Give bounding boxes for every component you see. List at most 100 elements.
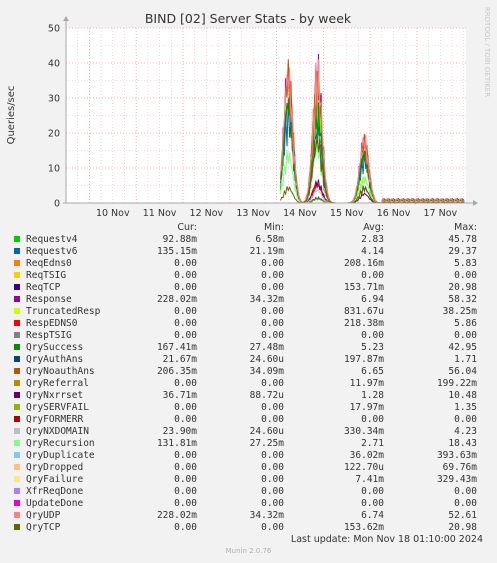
legend-avg-value: 2.71 xyxy=(361,438,384,449)
legend-max-value: 199.22m xyxy=(436,378,477,389)
legend-series-name: QryReferral xyxy=(26,378,89,389)
legend-avg-value: 153.71m xyxy=(343,282,384,293)
legend-cur-value: 135.15m xyxy=(156,246,197,257)
legend-cur-value: 0.00 xyxy=(174,270,197,281)
legend-row: QryTCP 0.00 0.00 153.62m 20.98 xyxy=(0,522,497,534)
legend-max-value: 52.61 xyxy=(448,510,477,521)
legend-row: QryNoauthAns 206.35m 34.09m 6.65 56.04 xyxy=(0,366,497,378)
legend-cur-value: 131.81m xyxy=(156,438,197,449)
legend-min-value: 6.58m xyxy=(255,234,284,245)
legend-series-name: ReqTSIG xyxy=(26,270,67,281)
legend-swatch xyxy=(14,512,20,518)
legend-avg-value: 17.97m xyxy=(349,402,384,413)
legend-min-value: 27.25m xyxy=(249,438,284,449)
legend-swatch xyxy=(14,248,20,254)
legend-min-value: 0.00 xyxy=(261,378,284,389)
legend-cur-value: 228.02m xyxy=(156,294,197,305)
legend-max-value: 4.23 xyxy=(454,426,477,437)
legend-swatch xyxy=(14,284,20,290)
legend-swatch xyxy=(14,452,20,458)
legend-avg-value: 153.62m xyxy=(343,522,384,533)
legend-avg-value: 1.28 xyxy=(361,390,384,401)
legend-swatch xyxy=(14,308,20,314)
legend-row: QrySERVFAIL 0.00 0.00 17.97m 1.35 xyxy=(0,402,497,414)
legend-row: QryNXDOMAIN 23.90m 24.60u 330.34m 4.23 xyxy=(0,426,497,438)
legend-row: QryDuplicate 0.00 0.00 36.02m 393.63m xyxy=(0,450,497,462)
legend-avg-value: 330.34m xyxy=(343,426,384,437)
legend-swatch xyxy=(14,356,20,362)
legend-min-value: 0.00 xyxy=(261,282,284,293)
legend-row: QryRecursion 131.81m 27.25m 2.71 18.43 xyxy=(0,438,497,450)
legend-header-avg: Avg: xyxy=(363,222,384,233)
legend-row: QryFORMERR 0.00 0.00 0.00 0.00 xyxy=(0,414,497,426)
legend-max-value: 58.32 xyxy=(448,294,477,305)
legend-max-value: 29.37 xyxy=(448,246,477,257)
legend-cur-value: 36.71m xyxy=(162,390,197,401)
legend-min-value: 24.60u xyxy=(249,354,284,365)
legend-header-max: Max: xyxy=(454,222,477,233)
legend-swatch xyxy=(14,488,20,494)
legend-avg-value: 7.41m xyxy=(355,474,384,485)
legend-series-name: QrySERVFAIL xyxy=(26,402,89,413)
legend-series-name: QrySuccess xyxy=(26,342,84,353)
legend-min-value: 0.00 xyxy=(261,330,284,341)
legend-cur-value: 206.35m xyxy=(156,366,197,377)
legend-cur-value: 0.00 xyxy=(174,450,197,461)
legend-cur-value: 0.00 xyxy=(174,318,197,329)
legend-min-value: 24.60u xyxy=(249,426,284,437)
legend-max-value: 0.00 xyxy=(454,486,477,497)
legend-max-value: 10.48 xyxy=(448,390,477,401)
legend-avg-value: 6.74 xyxy=(361,510,384,521)
legend-row: XfrReqDone 0.00 0.00 0.00 0.00 xyxy=(0,486,497,498)
legend-cur-value: 0.00 xyxy=(174,474,197,485)
legend-series-name: QryRecursion xyxy=(26,438,95,449)
legend-max-value: 329.43m xyxy=(436,474,477,485)
legend-swatch xyxy=(14,260,20,266)
legend-avg-value: 0.00 xyxy=(361,498,384,509)
legend-avg-value: 0.00 xyxy=(361,486,384,497)
legend-cur-value: 92.88m xyxy=(162,234,197,245)
legend-series-name: UpdateDone xyxy=(26,498,84,509)
legend-avg-value: 11.97m xyxy=(349,378,384,389)
legend-cur-value: 0.00 xyxy=(174,486,197,497)
legend-swatch xyxy=(14,428,20,434)
legend-series-name: XfrReqDone xyxy=(26,486,84,497)
legend-series-name: QryDropped xyxy=(26,462,84,473)
legend-avg-value: 6.94 xyxy=(361,294,384,305)
legend-cur-value: 228.02m xyxy=(156,510,197,521)
legend-max-value: 45.78 xyxy=(448,234,477,245)
legend-avg-value: 208.16m xyxy=(343,258,384,269)
legend-max-value: 1.71 xyxy=(454,354,477,365)
legend-min-value: 21.19m xyxy=(249,246,284,257)
legend-row: TruncatedResp 0.00 0.00 831.67u 38.25m xyxy=(0,306,497,318)
legend-min-value: 0.00 xyxy=(261,402,284,413)
legend-min-value: 0.00 xyxy=(261,462,284,473)
legend-series-name: QryNxrrset xyxy=(26,390,84,401)
legend-avg-value: 0.00 xyxy=(361,414,384,425)
legend-min-value: 34.32m xyxy=(249,510,284,521)
legend-series-name: QryNoauthAns xyxy=(26,366,95,377)
legend-avg-value: 197.87m xyxy=(343,354,384,365)
legend-cur-value: 0.00 xyxy=(174,330,197,341)
legend-row: QrySuccess 167.41m 27.48m 5.23 42.95 xyxy=(0,342,497,354)
legend-cur-value: 21.67m xyxy=(162,354,197,365)
legend-max-value: 0.00 xyxy=(454,498,477,509)
legend-row: QryDropped 0.00 0.00 122.70u 69.76m xyxy=(0,462,497,474)
legend-cur-value: 167.41m xyxy=(156,342,197,353)
legend-swatch xyxy=(14,476,20,482)
legend-swatch xyxy=(14,272,20,278)
legend-min-value: 34.32m xyxy=(249,294,284,305)
legend-max-value: 5.86 xyxy=(454,318,477,329)
legend-row: Requestv6 135.15m 21.19m 4.14 29.37 xyxy=(0,246,497,258)
legend-series-name: ReqTCP xyxy=(26,282,61,293)
legend-series-name: QryFailure xyxy=(26,474,84,485)
legend-row: ReqTCP 0.00 0.00 153.71m 20.98 xyxy=(0,282,497,294)
legend-swatch xyxy=(14,392,20,398)
legend-series-name: QryAuthAns xyxy=(26,354,84,365)
legend-max-value: 0.00 xyxy=(454,414,477,425)
munin-version: Munin 2.0.76 xyxy=(225,547,272,555)
legend-swatch xyxy=(14,500,20,506)
legend-swatch xyxy=(14,440,20,446)
legend-max-value: 5.83 xyxy=(454,258,477,269)
legend-max-value: 69.76m xyxy=(442,462,477,473)
